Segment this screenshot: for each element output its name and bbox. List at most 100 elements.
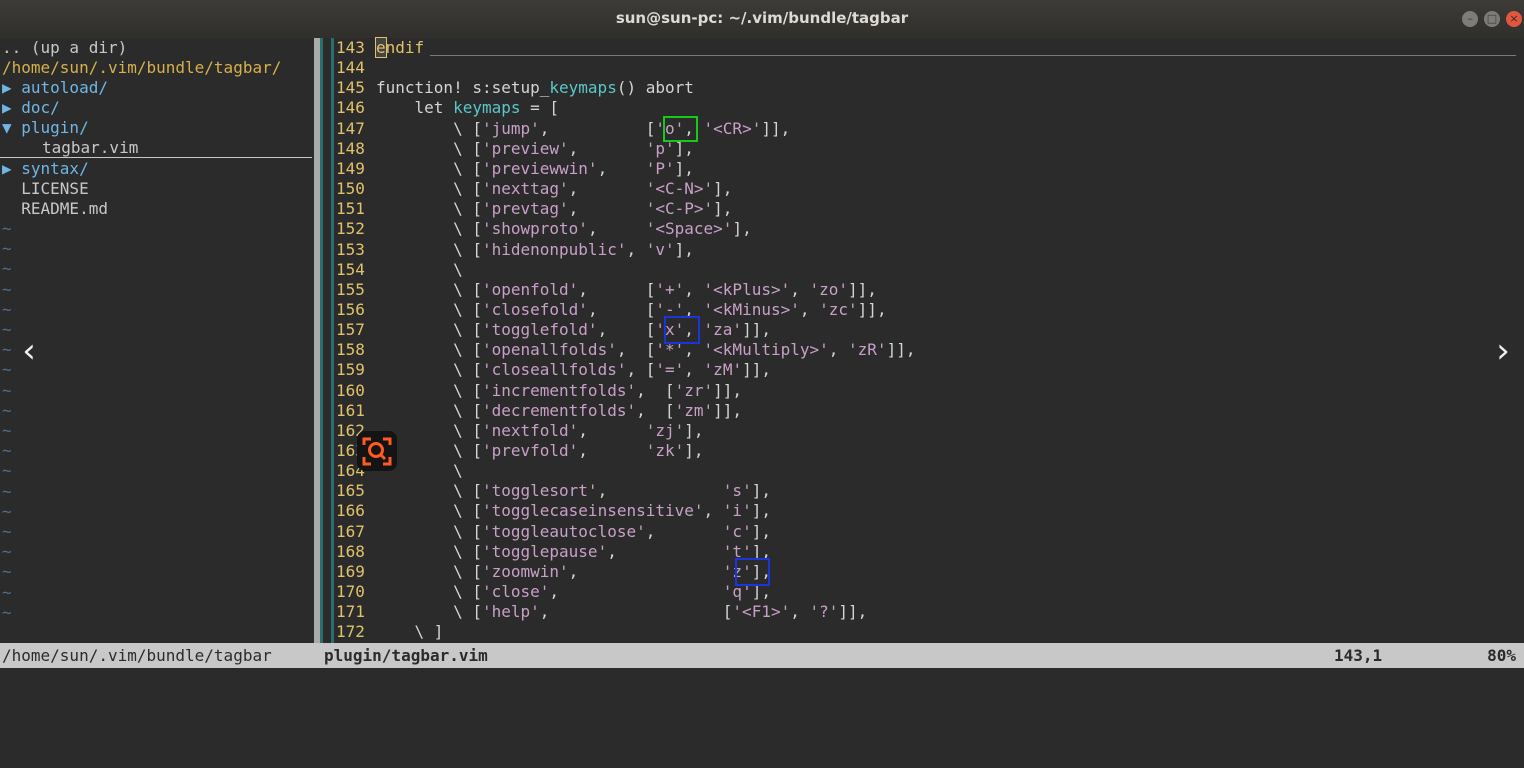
tree-empty-line-tilde: ~ [2,259,12,279]
tree-empty-line-tilde: ~ [2,522,12,541]
code-line[interactable]: \ ['zoomwin', 'z'], [376,562,771,582]
line-number: 166 [336,501,365,521]
code-line[interactable]: \ ['preview', 'p'], [376,139,694,159]
highlight-box-green [663,116,698,142]
code-line[interactable]: \ ['openallfolds', ['*', '<kMultiply>', … [376,340,915,360]
line-number: 149 [336,158,365,178]
code-line[interactable]: \ ['jump', ['o', '<CR>']], [376,119,790,139]
code-line[interactable]: \ ['togglesort', 's'], [376,481,771,501]
line-number: 152 [336,219,365,239]
line-number: 153 [336,239,365,259]
code-line[interactable]: function! s:setup_keymaps() abort [376,78,694,98]
line-number: 157 [336,320,365,340]
line-number: 161 [336,400,365,420]
code-line[interactable]: \ ['togglefold', ['x', 'za']], [376,320,771,340]
tree-empty-line-tilde: ~ [2,421,12,440]
sign-column [320,38,334,643]
code-line[interactable]: \ ['decrementfolds', ['zm']], [376,401,742,421]
line-number: 172 [336,622,365,642]
status-file-name: plugin/tagbar.vim [324,646,488,665]
close-button[interactable]: × [1506,11,1522,27]
line-number: 160 [336,380,365,400]
tree-root-path[interactable]: /home/sun/.vim/bundle/tagbar/ [2,58,281,78]
tree-empty-line-tilde: ~ [2,360,12,380]
code-line[interactable]: \ ] [376,622,444,642]
tree-empty-line-tilde: ~ [2,481,12,501]
line-number: 145 [336,78,365,98]
code-line[interactable]: \ ['showproto', '<Space>'], [376,219,752,239]
minimize-button[interactable]: – [1462,11,1478,27]
line-number: 151 [336,199,365,219]
line-number: 168 [336,541,365,561]
code-line[interactable]: \ ['openfold', ['+', '<kPlus>', 'zo']], [376,280,877,300]
status-line: /home/sun/.vim/bundle/tagbar plugin/tagb… [0,643,1524,668]
code-line[interactable]: \ ['togglepause', 't'], [376,542,771,562]
line-number: 144 [336,58,365,78]
code-line[interactable]: \ ['prevfold', 'zk'], [376,441,703,461]
tree-empty-line-tilde: ~ [2,239,12,259]
tree-empty-line-tilde: ~ [2,340,12,360]
status-cursor-position: 143,1 [1334,646,1383,665]
tree-empty-line-tilde: ~ [2,441,12,461]
code-line[interactable]: endif [375,37,424,58]
tree-dir-plugin[interactable]: ▼ plugin/ [2,118,89,138]
code-line[interactable]: \ ['incrementfolds', ['zr']], [376,381,742,401]
tree-file-readme[interactable]: README.md [2,199,108,219]
tree-empty-line-tilde: ~ [2,400,12,420]
fold-separator-line [430,55,1516,56]
maximize-button[interactable]: □ [1484,11,1500,27]
highlight-box-blue [735,558,770,586]
line-number: 158 [336,340,365,360]
tree-empty-line-tilde: ~ [2,219,12,238]
code-line[interactable]: \ ['previewwin', 'P'], [376,159,694,179]
code-line[interactable]: \ ['closefold', ['-', '<kMinus>', 'zc']]… [376,300,887,320]
tree-empty-line-tilde: ~ [2,562,12,582]
line-number: 171 [336,602,365,622]
line-number: 156 [336,299,365,319]
tree-empty-line-tilde: ~ [2,279,12,299]
tree-file-tagbar-vim[interactable]: tagbar.vim [0,138,312,158]
line-number: 165 [336,481,365,501]
tree-empty-line-tilde: ~ [2,320,12,339]
line-number: 170 [336,582,365,602]
tree-file-license[interactable]: LICENSE [2,179,88,199]
tree-empty-line-tilde: ~ [2,501,12,521]
line-number: 150 [336,179,365,199]
tree-dir-autoload[interactable]: ▶ autoload/ [2,78,108,98]
line-number: 146 [336,98,365,118]
status-tree-path: /home/sun/.vim/bundle/tagbar [2,646,272,665]
code-line[interactable]: \ ['hidenonpublic', 'v'], [376,240,694,260]
code-line[interactable]: \ [376,260,463,280]
tree-empty-line-tilde: ~ [2,582,12,602]
code-line[interactable]: \ ['help', ['<F1>', '?']], [376,602,867,622]
line-number: 148 [336,138,365,158]
code-line[interactable]: \ ['close', 'q'], [376,582,771,602]
window-titlebar: sun@sun-pc: ~/.vim/bundle/tagbar – □ × [0,0,1524,38]
highlight-box-blue [664,316,700,344]
tree-empty-line-tilde: ~ [2,380,12,400]
tree-up-dir[interactable]: .. (up a dir) [2,38,127,58]
window-title: sun@sun-pc: ~/.vim/bundle/tagbar [615,9,909,27]
code-line[interactable]: \ ['nexttag', '<C-N>'], [376,179,732,199]
line-number: 159 [336,360,365,380]
tree-empty-line-tilde: ~ [2,299,12,319]
line-number: 167 [336,521,365,541]
code-line[interactable]: \ ['nextfold', 'zj'], [376,421,703,441]
code-line[interactable]: \ ['prevtag', '<C-P>'], [376,199,732,219]
tree-dir-doc[interactable]: ▶ doc/ [2,98,60,118]
code-line[interactable]: \ ['toggleautoclose', 'c'], [376,522,771,542]
status-percent: 80% [1487,646,1516,665]
tree-dir-syntax[interactable]: ▶ syntax/ [2,159,89,179]
line-number: 155 [336,279,365,299]
line-number: 169 [336,561,365,581]
tree-empty-line-tilde: ~ [2,542,12,562]
tree-empty-line-tilde: ~ [2,602,12,622]
code-line[interactable]: \ ['togglecaseinsensitive', 'i'], [376,501,771,521]
next-arrow-icon[interactable]: › [1488,332,1518,370]
line-number: 143 [336,38,365,57]
code-line[interactable]: \ ['closeallfolds', ['=', 'zM']], [376,360,771,380]
previous-arrow-icon[interactable]: ‹ [14,332,44,370]
code-line[interactable]: let keymaps = [ [376,98,560,118]
line-number: 147 [336,118,365,138]
search-lens-icon[interactable] [357,431,397,471]
